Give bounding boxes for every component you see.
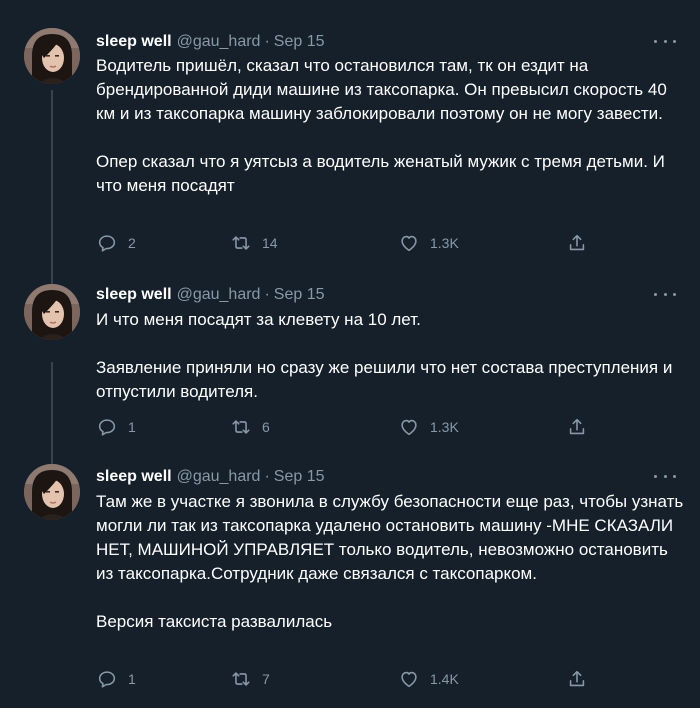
tweet-actions: 2 14 1.3K [96,231,606,255]
like-button[interactable]: 1.4K [398,667,459,691]
tweet-date[interactable]: Sep 15 [274,286,325,304]
like-count: 1.3K [430,235,459,251]
retweet-count: 7 [262,671,270,687]
more-icon[interactable] [654,32,676,50]
share-button[interactable] [566,415,588,439]
separator-dot: · [264,33,270,50]
tweet-text: И что меня посадят за клевету на 10 лет.… [96,308,686,404]
reply-icon [98,671,116,688]
tweet[interactable]: sleep well @gau_hard · Sep 15 Водитель п… [0,0,700,272]
retweet-button[interactable]: 7 [230,667,270,691]
share-button[interactable] [566,231,588,255]
retweet-button[interactable]: 14 [230,231,278,255]
reply-button[interactable]: 1 [96,415,136,439]
tweet[interactable]: sleep well @gau_hard · Sep 15 Там же в у… [0,452,700,708]
separator-dot: · [264,468,270,485]
retweet-icon [232,672,250,686]
share-icon [569,670,585,687]
reply-button[interactable]: 2 [96,231,136,255]
tweet-paragraph: Водитель пришёл, сказал что остановился … [96,56,667,123]
thread-connector-line [51,90,53,272]
tweet[interactable]: sleep well @gau_hard · Sep 15 И что меня… [0,272,700,452]
like-count: 1.3K [430,419,459,435]
tweet-date[interactable]: Sep 15 [274,468,325,486]
reply-count: 1 [128,671,136,687]
retweet-count: 6 [262,419,270,435]
tweet-paragraph: Версия таксиста развалилась [96,612,333,631]
avatar[interactable] [24,284,80,340]
like-count: 1.4K [430,671,459,687]
like-icon [401,419,417,436]
retweet-count: 14 [262,235,278,251]
more-icon[interactable] [654,467,676,485]
share-icon [569,234,585,251]
user-handle[interactable]: @gau_hard [177,286,261,304]
tweet-date[interactable]: Sep 15 [274,33,325,51]
display-name[interactable]: sleep well [96,33,172,51]
user-handle[interactable]: @gau_hard [177,33,261,51]
retweet-icon [232,420,250,434]
more-icon[interactable] [654,285,676,303]
retweet-icon [232,236,250,250]
tweet-text: Там же в участке я звонила в службу безо… [96,490,686,634]
tweet-paragraph: Опер сказал что я уятсыз а водитель жена… [96,152,665,195]
tweet-paragraph: Заявление приняли но сразу же решили что… [96,358,673,401]
reply-count: 1 [128,419,136,435]
thread-connector-line [51,362,53,452]
tweet-paragraph: Там же в участке я звонила в службу безо… [96,492,684,583]
tweet-text: Водитель пришёл, сказал что остановился … [96,54,686,198]
tweet-paragraph: И что меня посадят за клевету на 10 лет. [96,310,421,329]
tweet-header: sleep well @gau_hard · Sep 15 [96,466,325,488]
separator-dot: · [264,286,270,303]
avatar-photo [24,464,80,520]
user-handle[interactable]: @gau_hard [177,468,261,486]
reply-count: 2 [128,235,136,251]
tweet-actions: 1 7 1.4K [96,667,606,691]
reply-icon [98,419,116,436]
like-icon [401,671,417,688]
tweet-header: sleep well @gau_hard · Sep 15 [96,284,325,306]
tweet-thread: sleep well @gau_hard · Sep 15 Водитель п… [0,0,700,708]
tweet-header: sleep well @gau_hard · Sep 15 [96,31,325,53]
display-name[interactable]: sleep well [96,286,172,304]
reply-icon [98,235,116,252]
share-icon [569,418,585,435]
display-name[interactable]: sleep well [96,468,172,486]
like-button[interactable]: 1.3K [398,415,459,439]
avatar[interactable] [24,28,80,84]
avatar-photo [24,28,80,84]
reply-button[interactable]: 1 [96,667,136,691]
retweet-button[interactable]: 6 [230,415,270,439]
avatar[interactable] [24,464,80,520]
avatar-photo [24,284,80,340]
tweet-actions: 1 6 1.3K [96,415,606,439]
share-button[interactable] [566,667,588,691]
like-button[interactable]: 1.3K [398,231,459,255]
thread-connector-line [51,452,53,464]
like-icon [401,235,417,252]
